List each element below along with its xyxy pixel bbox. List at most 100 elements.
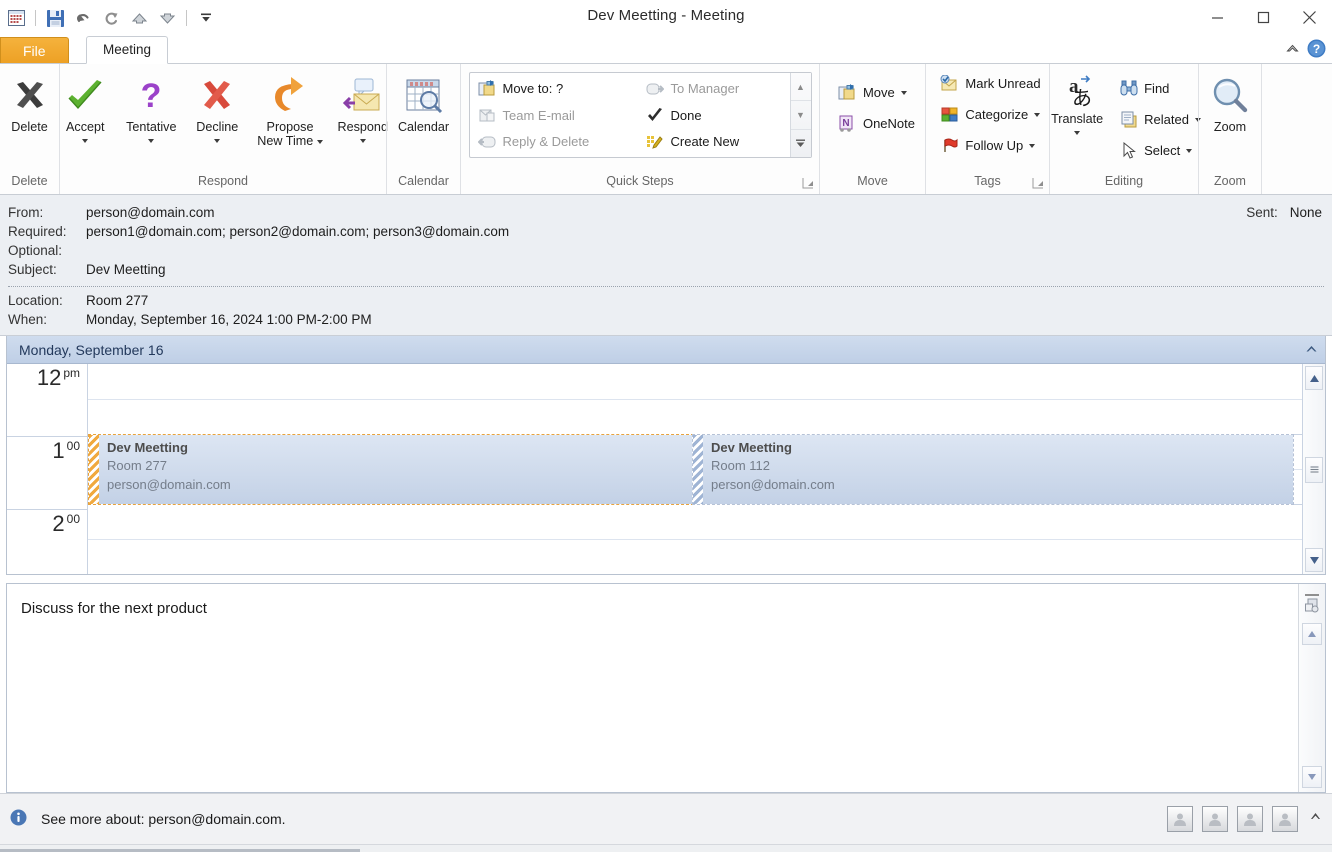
meeting-header-fields: Sent:None From: person@domain.com Requir… xyxy=(0,195,1332,336)
appointment-block-1[interactable]: Dev Meetting Room 277 person@domain.com xyxy=(88,434,694,505)
select-dropdown-icon xyxy=(1186,149,1192,153)
translate-dropdown-icon[interactable] xyxy=(1074,126,1080,139)
field-when-value[interactable]: Monday, September 16, 2024 1:00 PM-2:00 … xyxy=(86,312,372,327)
time-min-2: 00 xyxy=(67,512,80,526)
quick-steps-dialog-launcher[interactable] xyxy=(802,174,814,186)
translate-button[interactable]: aあ Translate xyxy=(1044,69,1110,140)
time-label-1pm: 100 xyxy=(7,437,87,510)
person-icon-2[interactable] xyxy=(1202,806,1228,832)
field-location: Location: Room 277 xyxy=(0,291,1332,310)
svg-text:N: N xyxy=(843,118,850,129)
accept-button[interactable]: Accept xyxy=(52,69,118,148)
move-button[interactable]: Move xyxy=(831,77,914,108)
calendar-grid[interactable]: Dev Meetting Room 277 person@domain.com … xyxy=(88,364,1302,574)
field-required-value[interactable]: person1@domain.com; person2@domain.com; … xyxy=(86,224,509,239)
calendar-time-gutter: 12pm 100 200 xyxy=(7,364,88,574)
tags-label-text: Tags xyxy=(974,174,1000,188)
quick-steps-scroll-down-icon[interactable]: ▼ xyxy=(791,101,811,129)
status-text[interactable]: See more about: person@domain.com. xyxy=(41,811,286,827)
tab-meeting[interactable]: Meeting xyxy=(86,36,168,64)
quick-step-create-new[interactable]: Create New xyxy=(639,128,789,155)
person-icon-4[interactable] xyxy=(1272,806,1298,832)
quick-step-team-email[interactable]: Team E-mail xyxy=(471,102,639,129)
ribbon-group-tags-label: Tags xyxy=(926,170,1049,194)
field-from-value[interactable]: person@domain.com xyxy=(86,205,215,220)
minimize-button[interactable] xyxy=(1194,0,1240,34)
follow-up-button[interactable]: Follow Up xyxy=(933,130,1042,161)
ribbon: Delete Delete Accept ? Tenta xyxy=(0,64,1332,195)
quick-steps-more-icon[interactable] xyxy=(791,130,811,157)
propose-new-time-button[interactable]: Propose New Time xyxy=(250,69,329,149)
tags-dialog-launcher[interactable] xyxy=(1032,174,1044,186)
appointment-title-1: Dev Meetting xyxy=(107,439,693,456)
meeting-body-text[interactable]: Discuss for the next product xyxy=(7,584,1298,792)
appointment-busy-stripe-2 xyxy=(693,435,703,504)
minimize-ribbon-icon[interactable] xyxy=(1285,42,1300,58)
calendar-scrollbar[interactable] xyxy=(1302,364,1325,574)
calendar-scroll-track[interactable] xyxy=(1303,392,1325,546)
people-pane-thumbnails xyxy=(1167,806,1298,832)
accept-dropdown-icon[interactable] xyxy=(82,134,88,147)
categorize-label: Categorize xyxy=(965,107,1028,122)
appointment-body-1: Dev Meetting Room 277 person@domain.com xyxy=(99,435,693,504)
time-min-1: 00 xyxy=(67,439,80,453)
related-label: Related xyxy=(1144,112,1189,127)
select-button[interactable]: Select xyxy=(1112,135,1208,166)
close-button[interactable] xyxy=(1286,0,1332,34)
tentative-button[interactable]: ? Tentative xyxy=(118,69,184,148)
person-icon-3[interactable] xyxy=(1237,806,1263,832)
categorize-button[interactable]: Categorize xyxy=(933,99,1047,130)
decline-button[interactable]: Decline xyxy=(184,69,250,148)
zoom-button[interactable]: Zoom xyxy=(1197,69,1263,135)
related-button[interactable]: Related xyxy=(1112,104,1208,135)
window-bottom-edge xyxy=(0,844,1332,852)
calendar-scroll-down-button[interactable] xyxy=(1305,548,1323,572)
field-subject-label: Subject: xyxy=(8,262,86,277)
time-min-0: pm xyxy=(63,366,80,380)
quick-step-reply-delete[interactable]: Reply & Delete xyxy=(471,128,639,155)
find-button[interactable]: Find xyxy=(1112,73,1208,104)
respond-dropdown-icon[interactable] xyxy=(360,134,366,147)
calendar-button[interactable]: Calendar xyxy=(391,69,457,135)
select-label: Select xyxy=(1144,143,1180,158)
body-scroll-up-button[interactable] xyxy=(1302,623,1322,645)
decline-dropdown-icon[interactable] xyxy=(214,134,220,147)
chevron-up-icon[interactable] xyxy=(1304,342,1319,358)
appointment-block-2[interactable]: Dev Meetting Room 112 person@domain.com xyxy=(692,434,1294,505)
quick-steps-column-2: To Manager Done xyxy=(639,75,789,155)
move-folder-icon xyxy=(838,83,857,102)
onenote-label: OneNote xyxy=(863,116,915,131)
quick-step-done-label: Done xyxy=(671,108,702,123)
propose-dropdown-icon xyxy=(317,140,323,144)
quick-steps-column-1: Move to: ? Team E-mail xyxy=(471,75,639,155)
quick-step-done[interactable]: Done xyxy=(639,102,789,129)
ribbon-group-zoom-label: Zoom xyxy=(1199,170,1261,194)
maximize-button[interactable] xyxy=(1240,0,1286,34)
help-icon[interactable]: ? xyxy=(1307,39,1326,61)
quick-step-move-to[interactable]: Move to: ? xyxy=(471,75,639,102)
person-icon-1[interactable] xyxy=(1167,806,1193,832)
mark-unread-button[interactable]: Mark Unread xyxy=(933,68,1047,99)
people-pane-expand-icon[interactable] xyxy=(1309,810,1322,825)
done-check-icon xyxy=(646,106,665,125)
ribbon-group-move: Move N OneNote Move xyxy=(819,64,925,194)
calendar-scroll-up-button[interactable] xyxy=(1305,366,1323,390)
quick-steps-scroll-up-icon[interactable]: ▲ xyxy=(791,73,811,101)
tab-file[interactable]: File xyxy=(0,37,69,64)
quick-step-to-manager[interactable]: To Manager xyxy=(639,75,789,102)
quick-steps-columns: Move to: ? Team E-mail xyxy=(470,73,790,157)
field-location-value[interactable]: Room 277 xyxy=(86,293,148,308)
onenote-icon: N xyxy=(838,114,857,133)
info-icon xyxy=(10,809,27,829)
onenote-button[interactable]: N OneNote xyxy=(831,108,922,139)
tentative-dropdown-icon[interactable] xyxy=(148,134,154,147)
follow-up-flag-icon xyxy=(940,136,959,155)
field-subject-value[interactable]: Dev Meetting xyxy=(86,262,166,277)
meeting-body-area: Discuss for the next product xyxy=(6,583,1326,793)
attachment-icon[interactable] xyxy=(1304,597,1321,617)
body-scroll-down-button[interactable] xyxy=(1302,766,1322,788)
window-controls xyxy=(1194,0,1332,36)
header-divider xyxy=(8,286,1324,287)
calendar-scroll-thumb[interactable] xyxy=(1305,457,1323,483)
field-required: Required: person1@domain.com; person2@do… xyxy=(0,222,1332,241)
